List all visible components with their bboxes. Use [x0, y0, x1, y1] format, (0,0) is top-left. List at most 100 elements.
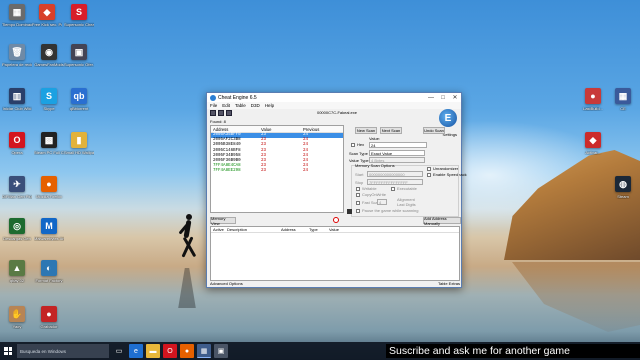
executable-checkbox[interactable] [391, 187, 395, 191]
col-address[interactable]: Address [211, 127, 259, 132]
desktop-icon[interactable]: 🗑 Papelera de reciclaje [2, 44, 32, 67]
col-active[interactable]: Active [211, 227, 225, 232]
result-value: 23 [261, 169, 267, 174]
wallpaper-cliff-reflection [512, 262, 640, 332]
maximize-button[interactable]: □ [437, 93, 449, 102]
fast-scan-checkbox[interactable] [356, 201, 360, 205]
menu-table[interactable]: Table [235, 103, 246, 108]
col-description[interactable]: Description [225, 227, 279, 232]
start-button[interactable] [0, 342, 16, 360]
desktop-icon[interactable]: S Supersonic Cheat Engine [64, 4, 94, 27]
desktop-icon[interactable]: ● LastBuild... [578, 88, 608, 111]
result-address: 7FF4A8EE298 [213, 169, 241, 174]
wallpaper-runner-reflection [178, 268, 196, 308]
pointer-scan-icon[interactable] [347, 209, 352, 214]
desktop-icon[interactable]: ◆ Activar... [578, 132, 608, 155]
desktop-icon[interactable]: ● Grabador [34, 306, 64, 329]
minimize-button[interactable]: — [425, 93, 437, 102]
desktop-icon[interactable]: ✋ Yaoy [2, 306, 32, 329]
start-address-input[interactable]: 0000000000000000 [367, 171, 423, 177]
save-icon[interactable] [226, 110, 232, 116]
copyonwrite-checkbox[interactable] [356, 193, 360, 197]
col-previous[interactable]: Previous [301, 127, 343, 132]
desktop-icon[interactable]: ◆ Free Kick sec. Poweret... [32, 4, 62, 27]
desktop-icon[interactable]: ◉ GamesFanMods [34, 44, 64, 67]
desktop-icon[interactable]: S Skype [34, 88, 64, 111]
fast-scan-input[interactable]: 4 [377, 199, 387, 205]
desktop-icon[interactable]: ✈ DiFMan Gen Plus [2, 176, 32, 199]
taskbar-search-box[interactable]: Busqueda en Windows [17, 344, 109, 358]
app-icon: ▩ [41, 132, 57, 148]
desktop-icon[interactable]: O Opera [2, 132, 32, 155]
desktop-icon[interactable]: ▥ Iniciar Club Wiki [2, 88, 32, 111]
taskbar-apps: ▭ e ▬ O ● ▦ ▣ [109, 344, 228, 358]
desktop-icon-label: DiFMan Gen Plus [2, 194, 32, 199]
app-icon: ▥ [9, 88, 25, 104]
title-bar[interactable]: Cheat Engine 6.5 — □ ✕ [207, 93, 461, 102]
edge-icon[interactable]: e [129, 344, 143, 358]
app-icon: ◉ [41, 44, 57, 60]
open-file-icon[interactable] [218, 110, 224, 116]
cheat-engine-logo-icon[interactable]: E [439, 109, 457, 127]
desktop-icon[interactable]: ◎ Descargas Gen [2, 218, 32, 241]
desktop-icon[interactable]: ● Mozilla Firefox [34, 176, 64, 199]
cheat-engine-window[interactable]: Cheat Engine 6.5 — □ ✕ File Edit Table D… [206, 92, 467, 288]
advanced-options-link[interactable]: Advanced Options [210, 281, 243, 286]
menu-edit[interactable]: Edit [222, 103, 230, 108]
app-icon: ▣ [71, 44, 87, 60]
menu-file[interactable]: File [210, 103, 217, 108]
desktop-icon[interactable]: ▦ CE [608, 88, 638, 111]
col-value[interactable]: Value [259, 127, 301, 132]
next-scan-button[interactable]: Next Scan [380, 127, 402, 134]
undo-scan-button[interactable]: Undo Scan [423, 127, 445, 134]
desktop-icon[interactable]: M Malwarebytes Anti-Malware [34, 218, 64, 241]
pause-game-label: Pause the game while scanning [362, 208, 419, 213]
open-process-icon[interactable] [210, 110, 216, 116]
qbittorrent-icon: qb [71, 88, 87, 104]
scan-results-list[interactable]: Address Value Previous 2005A35BFF0 23 24 20… [210, 125, 344, 213]
task-view-icon[interactable]: ▭ [112, 344, 126, 358]
writable-checkbox[interactable] [356, 187, 360, 191]
menu-d3d[interactable]: D3D [251, 103, 260, 108]
desktop-icon[interactable]: ◐ Format Factory [34, 260, 64, 283]
desktop-icon[interactable]: ▲ qbay 02 [2, 260, 32, 283]
new-scan-button[interactable]: New Scan [355, 127, 377, 134]
stop-address-input[interactable]: 7FFFFFFFFFFFFFFF [367, 179, 423, 185]
clear-list-icon[interactable] [333, 217, 339, 223]
table-extras-link[interactable]: Table Extras [438, 281, 460, 286]
close-button[interactable]: ✕ [449, 93, 461, 102]
pause-game-checkbox[interactable] [356, 209, 360, 213]
desktop-icon-label: Opera [11, 150, 23, 155]
desktop-icon[interactable]: ▣ Supersonic Ofer... [64, 44, 94, 67]
desktop-icon[interactable]: qb qBittorrent [64, 88, 94, 111]
desktop-icon-label: Format Factory [35, 278, 63, 283]
col-address[interactable]: Address [279, 227, 307, 232]
desktop-icon-label: CE [620, 106, 626, 111]
desktop-icon[interactable]: ▮ Small HD Wallpaper [64, 132, 94, 155]
desktop-icon-label: Free Kick sec. Poweret... [32, 22, 62, 27]
result-row[interactable]: 7FF4A8EE298 23 24 [211, 169, 343, 174]
firefox-icon[interactable]: ● [180, 344, 194, 358]
col-type[interactable]: Type [307, 227, 327, 232]
menu-help[interactable]: Help [265, 103, 274, 108]
app-icon[interactable]: ▣ [214, 344, 228, 358]
desktop-icon[interactable]: ▩ Steam PC Full CP [34, 132, 64, 155]
address-list-header: Active Description Address Type Value [211, 227, 459, 233]
desktop-icon[interactable]: ◍ Steam [608, 176, 638, 199]
opera-icon[interactable]: O [163, 344, 177, 358]
scan-type-select[interactable]: Exact Value [369, 150, 425, 156]
cheat-engine-icon [210, 94, 216, 101]
bottom-bar: Advanced Options Table Extras [210, 280, 460, 286]
hex-checkbox[interactable] [351, 143, 355, 147]
add-address-manually-button[interactable]: Add Address Manually [423, 216, 461, 226]
memory-view-button[interactable]: Memory View [210, 216, 236, 226]
col-value[interactable]: Value [327, 227, 357, 232]
cheat-engine-icon[interactable]: ▦ [197, 344, 211, 358]
address-list-table[interactable]: Active Description Address Type Value [210, 226, 460, 281]
desktop-icon[interactable]: ▦ Tiempo Dominación [2, 4, 32, 27]
file-explorer-icon[interactable]: ▬ [146, 344, 160, 358]
last-digits-option[interactable]: Last Digits [397, 202, 416, 207]
value-input[interactable]: 24 [369, 142, 427, 148]
desktop-icon-label: Descargas Gen [3, 236, 31, 241]
stop-label: Stop [355, 180, 364, 185]
